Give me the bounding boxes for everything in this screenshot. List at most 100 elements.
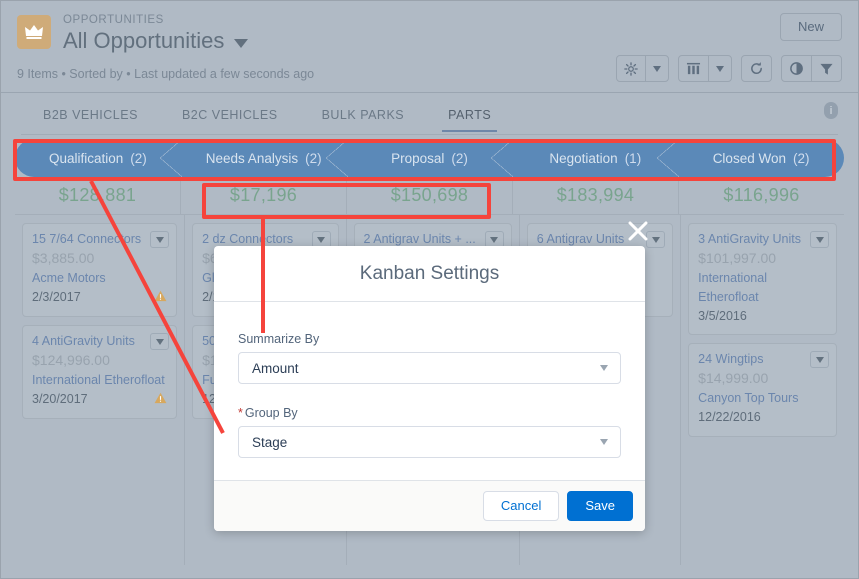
- close-icon[interactable]: [625, 218, 651, 244]
- warning-icon: [154, 289, 167, 307]
- display-dropdown-toggle[interactable]: [708, 56, 731, 81]
- card-account: International Etherofloat: [32, 373, 165, 387]
- tab-parts[interactable]: PARTS: [426, 98, 513, 132]
- summarize-by-select[interactable]: Amount: [238, 352, 621, 384]
- summarize-by-value: Amount: [252, 360, 299, 376]
- sum-negotiation: $183,994: [512, 177, 678, 214]
- kanban-card[interactable]: 24 Wingtips $14,999.00 Canyon Top Tours …: [688, 343, 837, 437]
- chevron-down-icon: [653, 65, 661, 72]
- stage-label: Needs Analysis: [205, 150, 299, 166]
- column-qualification: 15 7/64 Connectors $3,885.00 Acme Motors…: [15, 215, 184, 565]
- filter-icon[interactable]: [811, 56, 841, 81]
- chart-filter-group[interactable]: [781, 55, 842, 82]
- group-by-label-text: Group By: [244, 406, 298, 420]
- stage-label: Proposal: [391, 150, 445, 166]
- card-date: 12/22/2016: [698, 410, 761, 424]
- stage-count: (2): [130, 150, 147, 166]
- settings-split-button[interactable]: [616, 55, 669, 82]
- kanban-settings-modal: Kanban Settings Summarize By Amount * Gro…: [214, 246, 645, 531]
- column-closed-won: 3 AntiGravity Units $101,997.00 Internat…: [680, 215, 844, 565]
- card-menu-button[interactable]: [810, 351, 829, 368]
- stage-qualification[interactable]: Qualification (2): [15, 139, 182, 177]
- card-amount: $124,996.00: [32, 352, 110, 368]
- stage-proposal[interactable]: Proposal (2): [346, 139, 514, 177]
- chevron-down-icon: [317, 236, 326, 243]
- page-title: All Opportunities: [63, 28, 225, 53]
- card-amount: $14,999.00: [698, 370, 769, 386]
- stage-sums-row: $128,881 $17,196 $150,698 $183,994 $116,…: [15, 177, 844, 215]
- stage-needs-analysis[interactable]: Needs Analysis (2): [180, 139, 348, 177]
- refresh-button[interactable]: [741, 55, 772, 82]
- stage-label: Qualification: [49, 150, 124, 166]
- tab-b2c-vehicles[interactable]: B2C VEHICLES: [160, 98, 300, 132]
- info-icon[interactable]: i: [824, 102, 838, 119]
- kanban-settings-screen: OPPORTUNITIES All Opportunities 9 Items …: [0, 0, 859, 579]
- chevron-down-icon: [651, 236, 660, 243]
- object-label: OPPORTUNITIES: [63, 14, 164, 26]
- modal-header: Kanban Settings: [214, 246, 645, 302]
- stage-path: Qualification (2) Needs Analysis (2) Pro…: [15, 139, 844, 177]
- stage-count: (2): [792, 150, 810, 166]
- group-by-field: * Group By Stage: [238, 406, 621, 458]
- new-button[interactable]: New: [779, 13, 842, 41]
- card-account: International Etherofloat: [698, 271, 767, 304]
- stage-count: (2): [305, 150, 322, 166]
- chevron-down-icon: [600, 365, 608, 371]
- list-meta: 9 Items • Sorted by • Last updated a few…: [17, 67, 315, 81]
- card-title: 4 AntiGravity Units: [32, 334, 135, 348]
- card-title: 24 Wingtips: [698, 352, 764, 366]
- settings-dropdown-toggle[interactable]: [645, 56, 668, 81]
- refresh-icon[interactable]: [742, 56, 771, 81]
- card-account: Canyon Top Tours: [698, 391, 799, 405]
- chevron-down-icon: [155, 236, 164, 243]
- sum-closed-won: $116,996: [678, 177, 844, 214]
- crown-icon: [17, 15, 51, 49]
- tab-divider: [21, 134, 838, 135]
- chevron-down-icon: [155, 338, 164, 345]
- card-amount: $101,997.00: [698, 250, 777, 266]
- stage-path-row: Qualification (2) Needs Analysis (2) Pro…: [15, 139, 844, 177]
- kanban-card[interactable]: 4 AntiGravity Units $124,996.00 Internat…: [22, 325, 178, 419]
- sum-proposal: $150,698: [346, 177, 512, 214]
- gear-icon[interactable]: [617, 56, 645, 81]
- chart-icon[interactable]: [782, 56, 811, 81]
- kanban-display-icon[interactable]: [679, 56, 708, 81]
- stage-count: (1): [624, 150, 642, 166]
- cancel-button[interactable]: Cancel: [482, 491, 560, 521]
- chevron-down-icon: [815, 356, 824, 363]
- card-amount: $3,885.00: [32, 250, 95, 266]
- view-switcher[interactable]: All Opportunities: [63, 28, 249, 54]
- kanban-card[interactable]: 15 7/64 Connectors $3,885.00 Acme Motors…: [22, 223, 178, 317]
- card-date: 3/5/2016: [698, 309, 747, 323]
- card-menu-button[interactable]: [150, 231, 170, 248]
- card-title: 15 7/64 Connectors: [32, 232, 142, 246]
- display-split-button[interactable]: [678, 55, 732, 82]
- save-button[interactable]: Save: [567, 491, 633, 521]
- summarize-by-label: Summarize By: [238, 332, 320, 346]
- stage-negotiation[interactable]: Negotiation (1): [512, 139, 679, 177]
- stage-closed-won[interactable]: Closed Won (2): [678, 139, 844, 177]
- sum-needs-analysis: $17,196: [180, 177, 346, 214]
- chevron-down-icon: [716, 65, 724, 72]
- chevron-down-icon: [600, 439, 608, 445]
- card-title: 3 AntiGravity Units: [698, 232, 801, 246]
- card-date: 3/20/2017: [32, 392, 88, 406]
- card-menu-button[interactable]: [150, 333, 170, 350]
- chevron-down-icon[interactable]: [234, 38, 249, 48]
- group-by-label: * Group By: [238, 406, 621, 420]
- kanban-card[interactable]: 3 AntiGravity Units $101,997.00 Internat…: [688, 223, 837, 335]
- group-by-value: Stage: [252, 434, 288, 450]
- sum-qualification: $128,881: [58, 185, 137, 205]
- chevron-down-icon: [815, 236, 824, 243]
- required-marker: *: [238, 406, 243, 420]
- toolbar: [616, 55, 842, 82]
- modal-body: Summarize By Amount * Group By Stage: [214, 302, 645, 480]
- tab-bulk-parks[interactable]: BULK PARKS: [300, 98, 427, 132]
- modal-footer: Cancel Save: [214, 480, 645, 531]
- card-menu-button[interactable]: [810, 231, 829, 248]
- modal-title: Kanban Settings: [359, 262, 500, 284]
- warning-icon: [154, 391, 167, 409]
- group-by-select[interactable]: Stage: [238, 426, 621, 458]
- card-title: 2 dz Connectors: [202, 232, 294, 246]
- tab-b2b-vehicles[interactable]: B2B VEHICLES: [21, 98, 160, 132]
